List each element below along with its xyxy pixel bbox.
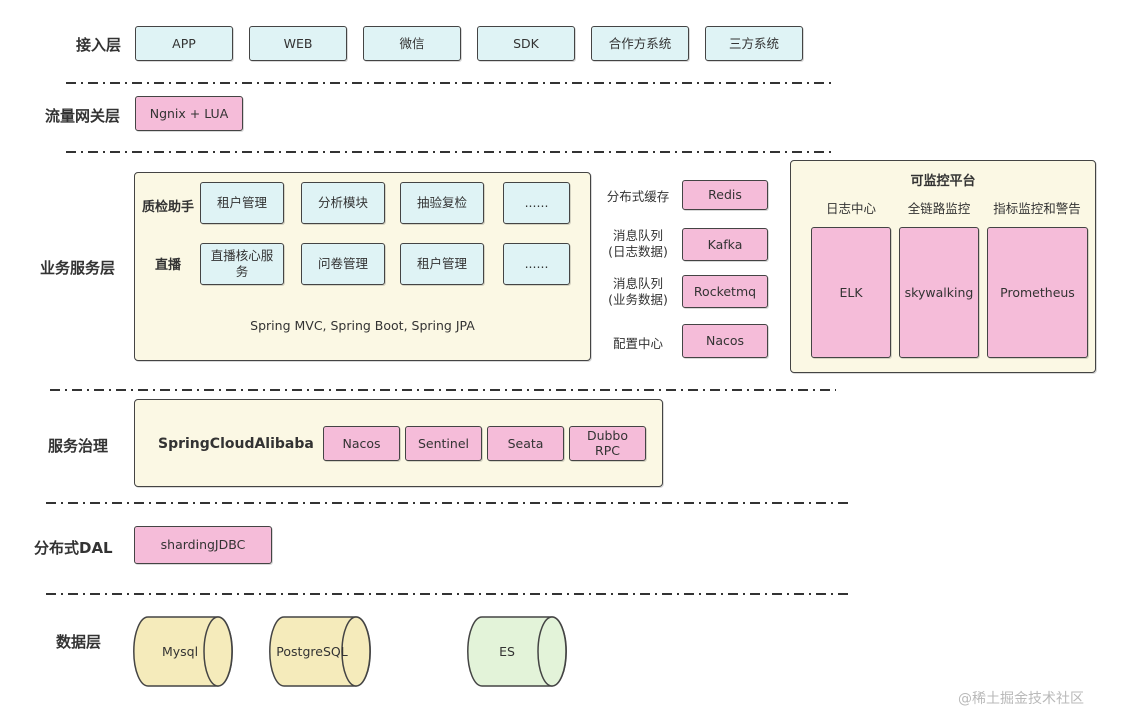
watermark-text: @稀土掘金技术社区 [958,691,1084,707]
monitor-elk-box: ELK [811,227,891,358]
layer-label-governance: 服务治理 [48,437,109,455]
business-row-label-qc: 质检助手 [142,200,195,215]
divider-5 [46,593,848,595]
middleware-rocketmq-box: Rocketmq [682,275,768,308]
layer-label-data: 数据层 [56,633,102,651]
layer-label-dal: 分布式DAL [34,539,113,557]
middleware-label-cache: 分布式缓存 [606,189,670,204]
layer-label-access: 接入层 [76,36,122,54]
divider-2 [66,151,836,153]
governance-dubbo-box: Dubbo RPC [569,426,646,461]
business-live-item-3: 租户管理 [400,243,484,285]
governance-nacos-box: Nacos [323,426,400,461]
business-live-item-4: ...... [503,243,570,285]
dal-shardingjdbc-box: shardingJDBC [134,526,272,564]
layer-label-business: 业务服务层 [40,259,116,277]
monitor-header-log: 日志中心 [825,201,876,216]
business-qc-item-2: 分析模块 [301,182,385,224]
divider-4 [46,502,848,504]
access-partner-box: 合作方系统 [591,26,689,61]
database-es-label: ES [499,644,515,659]
business-live-item-1: 直播核心服务 [200,243,284,285]
business-qc-item-4: ...... [503,182,570,224]
middleware-label-config: 配置中心 [612,336,663,351]
monitor-title: 可监控平台 [910,174,976,189]
database-postgresql-cylinder: PostgreSQL [269,616,371,687]
business-framework-text: Spring MVC, Spring Boot, Spring JPA [250,318,475,333]
governance-title: SpringCloudAlibaba [158,436,314,452]
middleware-nacos-box: Nacos [682,324,768,358]
database-mysql-cylinder: Mysql [133,616,233,687]
monitor-skywalking-box: skywalking [899,227,979,358]
middleware-label-mq-biz: 消息队列 (业务数据) [608,276,668,308]
middleware-kafka-box: Kafka [682,228,768,261]
governance-sentinel-box: Sentinel [405,426,482,461]
business-qc-item-1: 租户管理 [200,182,284,224]
monitor-header-metrics: 指标监控和警告 [993,201,1081,216]
business-row-label-live: 直播 [155,258,182,273]
middleware-redis-box: Redis [682,180,768,210]
divider-1 [66,82,836,84]
monitor-prometheus-box: Prometheus [987,227,1088,358]
business-live-item-2: 问卷管理 [301,243,385,285]
database-postgresql-label: PostgreSQL [276,644,347,659]
gateway-nginx-box: Ngnix + LUA [135,96,243,131]
governance-seata-box: Seata [487,426,564,461]
monitor-header-trace: 全链路监控 [907,201,971,216]
access-sdk-box: SDK [477,26,575,61]
middleware-label-mq-log: 消息队列 (日志数据) [608,228,668,260]
access-web-box: WEB [249,26,347,61]
layer-label-gateway: 流量网关层 [45,107,121,125]
divider-3 [50,389,836,391]
access-wechat-box: 微信 [363,26,461,61]
database-mysql-label: Mysql [162,644,198,659]
business-qc-item-3: 抽验复检 [400,182,484,224]
access-app-box: APP [135,26,233,61]
database-es-cylinder: ES [467,616,567,687]
access-thirdparty-box: 三方系统 [705,26,803,61]
